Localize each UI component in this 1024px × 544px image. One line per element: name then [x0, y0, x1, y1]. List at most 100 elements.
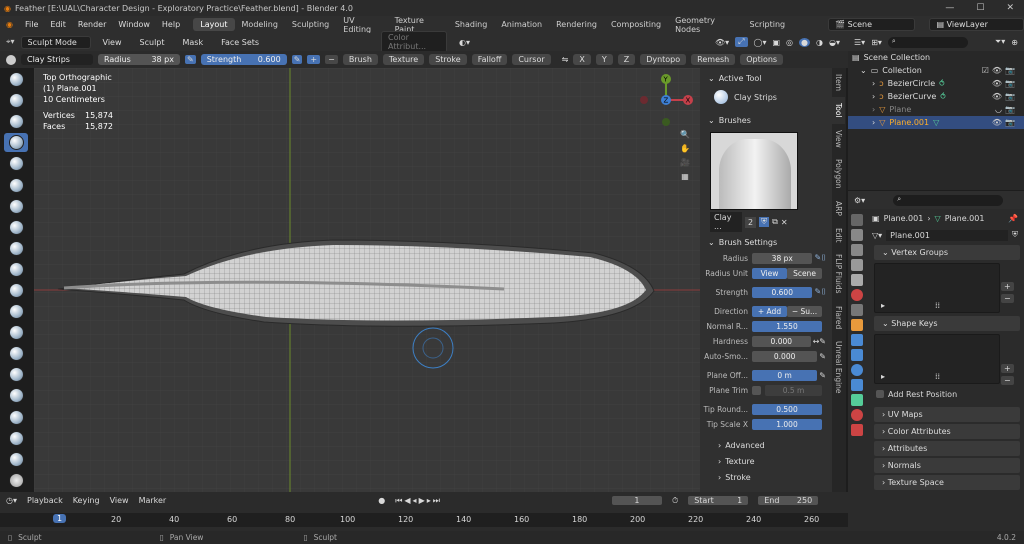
new-collection-icon[interactable]: ⊕: [1011, 38, 1018, 47]
tool-flatten[interactable]: [4, 281, 28, 300]
properties-search-input[interactable]: ⌕: [893, 194, 1004, 206]
duplicate-icon[interactable]: ⧉: [772, 217, 778, 227]
symmetry-x[interactable]: X: [573, 54, 591, 65]
radius-prop-pressure-icon[interactable]: ✎⌷: [814, 253, 826, 263]
list-grip-icon[interactable]: ⁞⁞: [935, 372, 940, 381]
tab-shading[interactable]: Shading: [448, 18, 495, 31]
texture-subpanel[interactable]: › Texture: [700, 453, 832, 469]
visibility-toggles[interactable]: ☑👁📷: [982, 66, 1024, 75]
timeline-ruler[interactable]: 1 20 40 60 80 100 120 140 160 180 200 22…: [0, 513, 848, 527]
list-resize-icon[interactable]: ▸: [881, 372, 885, 381]
add-rest-checkbox[interactable]: [876, 390, 884, 398]
vertex-groups-panel[interactable]: ⌄ Vertex Groups: [874, 245, 1020, 260]
cursor-menu[interactable]: Cursor: [512, 54, 551, 65]
menu-view[interactable]: View: [97, 38, 128, 47]
navigation-gizmo[interactable]: Y X Z: [636, 72, 696, 132]
tab-flared[interactable]: Flared: [832, 300, 845, 335]
tab-scripting[interactable]: Scripting: [743, 18, 793, 31]
outliner-row[interactable]: › ↄ BezierCurve ⥀ 👁📷: [848, 90, 1024, 103]
scene-selector[interactable]: 🎬 Scene: [828, 18, 916, 31]
timeline-view-menu[interactable]: View: [110, 496, 129, 505]
material-tab-icon[interactable]: [851, 409, 863, 421]
tool-layer[interactable]: [4, 175, 28, 194]
texture-space-panel[interactable]: › Texture Space: [874, 475, 1020, 490]
brush-menu[interactable]: Brush: [342, 54, 378, 65]
tool-blob[interactable]: [4, 218, 28, 237]
mode-selector[interactable]: Sculpt Mode: [20, 35, 91, 49]
stroke-menu[interactable]: Stroke: [429, 54, 467, 65]
filter-icon[interactable]: ⏷▾: [995, 37, 1005, 47]
tab-unreal-engine[interactable]: Unreal Engine: [832, 335, 845, 400]
tool-tab-icon[interactable]: [851, 214, 863, 226]
radius-field[interactable]: Radius 38 px: [98, 54, 180, 65]
direction-add[interactable]: + Add: [752, 305, 787, 317]
fake-user-icon[interactable]: ⛨: [759, 217, 770, 227]
overlay-icon[interactable]: ◯▾: [754, 38, 767, 47]
tool-fill[interactable]: [4, 302, 28, 321]
normal-radius-field[interactable]: 1.550: [752, 320, 822, 332]
properties-editor-icon[interactable]: ⚙▾: [854, 196, 865, 205]
tool-mask[interactable]: [4, 471, 28, 490]
tool-draw[interactable]: [4, 70, 28, 89]
collection-tab-icon[interactable]: [851, 304, 863, 316]
plane-offset-pressure-icon[interactable]: ✎: [819, 371, 826, 380]
visibility-toggles[interactable]: 👁📷: [992, 118, 1024, 127]
remove-vertex-group-button[interactable]: −: [1001, 294, 1014, 303]
hardness-pressure-icon[interactable]: ↔✎: [813, 337, 826, 346]
add-shape-key-button[interactable]: +: [1001, 364, 1014, 373]
attributes-panel[interactable]: › Attributes: [874, 441, 1020, 456]
strength-prop-field[interactable]: 0.600: [752, 286, 813, 298]
outliner-row[interactable]: › ▽ Plane ◡📷: [848, 103, 1024, 116]
uv-maps-panel[interactable]: › UV Maps: [874, 407, 1020, 422]
tool-smooth[interactable]: [4, 260, 28, 279]
tab-modeling[interactable]: Modeling: [235, 18, 285, 31]
list-resize-icon[interactable]: ▸: [881, 301, 885, 310]
visibility-toggles[interactable]: 👁📷: [992, 92, 1024, 101]
plane-trim-field[interactable]: 0.5 m: [765, 384, 822, 396]
add-direction-icon[interactable]: +: [307, 55, 321, 64]
texture-menu[interactable]: Texture: [382, 54, 425, 65]
subtract-direction-icon[interactable]: −: [325, 55, 338, 64]
close-icon[interactable]: ✕: [1006, 3, 1014, 13]
tool-snake-hook[interactable]: [4, 429, 28, 448]
3d-viewport[interactable]: [34, 68, 700, 492]
outliner-editor-icon[interactable]: ☰▾: [854, 38, 865, 47]
shape-keys-list[interactable]: ▸ ⁞⁞: [874, 334, 1000, 384]
shading-material-icon[interactable]: ◑: [816, 38, 823, 47]
vertex-groups-list[interactable]: ▸ ⁞⁞: [874, 263, 1000, 313]
symmetry-z[interactable]: Z: [617, 54, 636, 65]
menu-window[interactable]: Window: [112, 20, 156, 29]
tool-clay[interactable]: [4, 112, 28, 131]
record-icon[interactable]: ●: [378, 496, 385, 505]
render-tab-icon[interactable]: [851, 229, 863, 241]
particles-tab-icon[interactable]: [851, 349, 863, 361]
brushes-header[interactable]: ⌄ Brushes: [700, 112, 832, 128]
viewlayer-selector[interactable]: ▤ ViewLayer: [929, 18, 1024, 31]
tool-crease[interactable]: [4, 239, 28, 258]
camera-icon[interactable]: 🎥: [680, 158, 690, 167]
tab-sculpting[interactable]: Sculpting: [285, 18, 336, 31]
list-grip-icon[interactable]: ⁞⁞: [935, 301, 940, 310]
pan-hand-icon[interactable]: ✋: [680, 144, 690, 153]
tab-view[interactable]: View: [832, 124, 845, 154]
playback-menu[interactable]: Playback: [27, 496, 63, 505]
tool-multires-displacement[interactable]: [4, 344, 28, 363]
blender-menu-icon[interactable]: ◉: [6, 20, 13, 29]
menu-help[interactable]: Help: [156, 20, 186, 29]
perspective-grid-icon[interactable]: ▦: [681, 172, 689, 181]
radius-pressure-icon[interactable]: ✎: [185, 55, 196, 64]
add-vertex-group-button[interactable]: +: [1001, 282, 1014, 291]
brush-users-count[interactable]: 2: [745, 216, 757, 228]
tip-roundness-field[interactable]: 0.500: [752, 403, 822, 415]
normals-panel[interactable]: › Normals: [874, 458, 1020, 473]
tool-thumb[interactable]: [4, 450, 28, 469]
strength-field[interactable]: Strength 0.600: [200, 54, 287, 65]
tab-arp[interactable]: ARP: [832, 195, 845, 222]
constraints-tab-icon[interactable]: [851, 379, 863, 391]
mesh-data-selector-icon[interactable]: ▽▾: [872, 231, 882, 240]
unlink-icon[interactable]: ✕: [781, 218, 788, 227]
color-attribute-selector[interactable]: Color Attribut...: [381, 31, 448, 53]
tool-elastic[interactable]: [4, 408, 28, 427]
outliner-search-input[interactable]: ⌕: [887, 36, 968, 48]
scene-tab-icon[interactable]: [851, 274, 863, 286]
